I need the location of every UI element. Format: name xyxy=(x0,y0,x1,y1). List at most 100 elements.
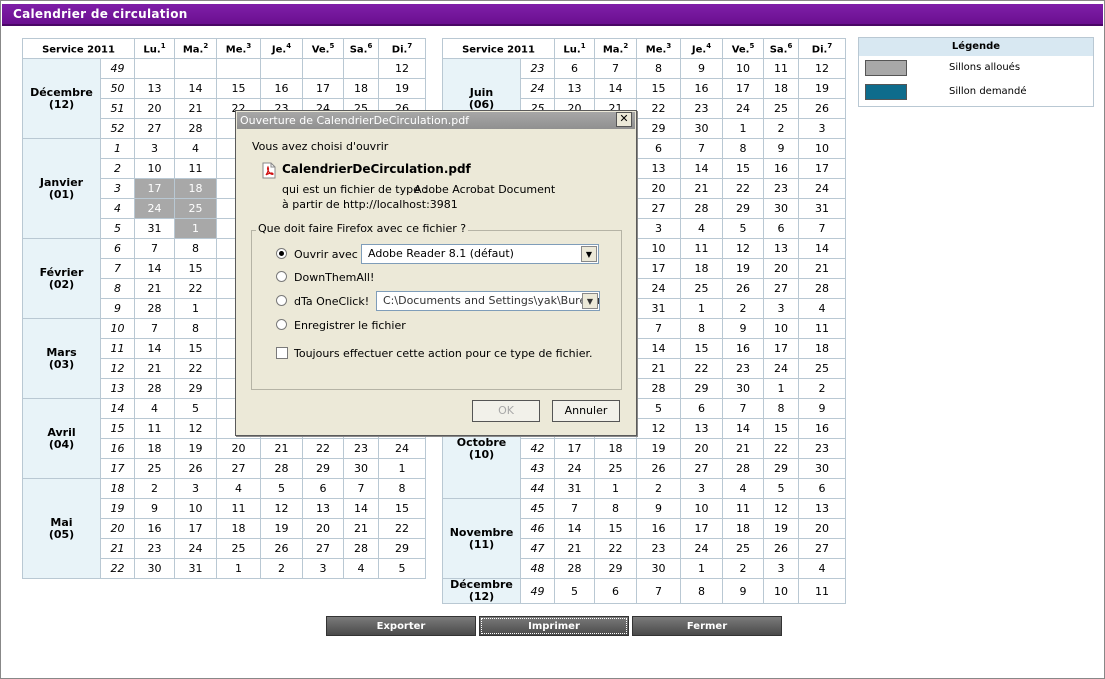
day-cell[interactable]: 10 xyxy=(174,498,218,519)
day-cell[interactable]: 24 xyxy=(134,198,176,219)
day-cell[interactable]: 21 xyxy=(722,438,765,459)
day-cell[interactable]: 11 xyxy=(798,318,846,339)
day-cell[interactable]: 24 xyxy=(174,538,218,559)
dta-oneclick-radio[interactable] xyxy=(276,295,287,306)
day-cell[interactable]: 3 xyxy=(763,298,800,319)
day-cell[interactable]: 16 xyxy=(763,158,800,179)
day-cell[interactable]: 5 xyxy=(763,478,800,499)
day-cell[interactable]: 28 xyxy=(260,458,304,479)
day-cell[interactable]: 20 xyxy=(134,98,176,119)
day-cell[interactable]: 18 xyxy=(174,178,218,199)
day-cell[interactable]: 3 xyxy=(302,558,345,579)
day-cell[interactable]: 18 xyxy=(722,518,765,539)
day-cell[interactable]: 6 xyxy=(680,398,724,419)
ok-button[interactable]: OK xyxy=(472,400,540,422)
print-button[interactable]: Imprimer xyxy=(479,616,629,636)
day-cell[interactable]: 4 xyxy=(343,558,380,579)
day-cell[interactable]: 17 xyxy=(636,258,682,279)
day-cell[interactable]: 11 xyxy=(216,498,262,519)
day-cell[interactable]: 23 xyxy=(722,358,765,379)
day-cell[interactable]: 5 xyxy=(174,398,218,419)
day-cell[interactable]: 29 xyxy=(174,378,218,399)
day-cell[interactable]: 18 xyxy=(680,258,724,279)
day-cell[interactable]: 14 xyxy=(134,338,176,359)
day-cell[interactable]: 22 xyxy=(722,178,765,199)
day-cell[interactable]: 2 xyxy=(260,558,304,579)
day-cell[interactable]: 13 xyxy=(798,498,846,519)
day-cell[interactable]: 14 xyxy=(798,238,846,259)
day-cell[interactable]: 27 xyxy=(680,458,724,479)
day-cell[interactable]: 25 xyxy=(174,198,218,219)
day-cell[interactable]: 3 xyxy=(174,478,218,499)
always-checkbox[interactable] xyxy=(276,347,288,359)
day-cell[interactable]: 6 xyxy=(594,578,638,604)
day-cell[interactable]: 7 xyxy=(134,238,176,259)
day-cell[interactable]: 9 xyxy=(636,498,682,519)
day-cell[interactable]: 25 xyxy=(594,458,638,479)
day-cell[interactable]: 16 xyxy=(134,518,176,539)
day-cell[interactable]: 1 xyxy=(722,118,765,139)
day-cell[interactable]: 19 xyxy=(636,438,682,459)
day-cell[interactable] xyxy=(134,58,176,79)
export-button[interactable]: Exporter xyxy=(326,616,476,636)
day-cell[interactable]: 18 xyxy=(594,438,638,459)
day-cell[interactable]: 22 xyxy=(302,438,345,459)
day-cell[interactable]: 26 xyxy=(260,538,304,559)
day-cell[interactable]: 19 xyxy=(174,438,218,459)
day-cell[interactable]: 19 xyxy=(378,78,426,99)
day-cell[interactable]: 23 xyxy=(636,538,682,559)
day-cell[interactable]: 17 xyxy=(763,338,800,359)
day-cell[interactable]: 1 xyxy=(763,378,800,399)
day-cell[interactable]: 18 xyxy=(134,438,176,459)
day-cell[interactable]: 29 xyxy=(636,118,682,139)
day-cell[interactable]: 7 xyxy=(134,318,176,339)
day-cell[interactable]: 14 xyxy=(594,78,638,99)
day-cell[interactable]: 9 xyxy=(680,58,724,79)
day-cell[interactable]: 23 xyxy=(798,438,846,459)
day-cell[interactable] xyxy=(260,58,304,79)
day-cell[interactable]: 8 xyxy=(636,58,682,79)
day-cell[interactable]: 15 xyxy=(594,518,638,539)
day-cell[interactable]: 22 xyxy=(174,358,218,379)
day-cell[interactable]: 8 xyxy=(680,318,724,339)
day-cell[interactable]: 5 xyxy=(722,218,765,239)
day-cell[interactable]: 15 xyxy=(174,258,218,279)
day-cell[interactable]: 28 xyxy=(722,458,765,479)
day-cell[interactable]: 8 xyxy=(174,318,218,339)
day-cell[interactable]: 21 xyxy=(798,258,846,279)
day-cell[interactable]: 10 xyxy=(763,578,800,604)
day-cell[interactable]: 21 xyxy=(343,518,380,539)
day-cell[interactable]: 6 xyxy=(302,478,345,499)
day-cell[interactable]: 25 xyxy=(763,98,800,119)
day-cell[interactable]: 12 xyxy=(798,58,846,79)
day-cell[interactable]: 10 xyxy=(636,238,682,259)
day-cell[interactable]: 10 xyxy=(680,498,724,519)
day-cell[interactable]: 5 xyxy=(260,478,304,499)
day-cell[interactable]: 12 xyxy=(763,498,800,519)
day-cell[interactable]: 5 xyxy=(378,558,426,579)
day-cell[interactable]: 23 xyxy=(134,538,176,559)
day-cell[interactable]: 29 xyxy=(680,378,724,399)
day-cell[interactable]: 6 xyxy=(798,478,846,499)
day-cell[interactable]: 13 xyxy=(636,158,682,179)
day-cell[interactable]: 13 xyxy=(763,238,800,259)
day-cell[interactable]: 29 xyxy=(722,198,765,219)
day-cell[interactable]: 21 xyxy=(554,538,596,559)
day-cell[interactable]: 9 xyxy=(722,318,765,339)
day-cell[interactable]: 9 xyxy=(722,578,765,604)
day-cell[interactable]: 28 xyxy=(798,278,846,299)
day-cell[interactable]: 7 xyxy=(343,478,380,499)
day-cell[interactable]: 14 xyxy=(134,258,176,279)
day-cell[interactable]: 9 xyxy=(798,398,846,419)
day-cell[interactable]: 27 xyxy=(763,278,800,299)
day-cell[interactable]: 16 xyxy=(636,518,682,539)
day-cell[interactable]: 17 xyxy=(722,78,765,99)
day-cell[interactable]: 28 xyxy=(174,118,218,139)
day-cell[interactable]: 4 xyxy=(680,218,724,239)
open-with-select[interactable]: Adobe Reader 8.1 (défaut) ▼ xyxy=(361,244,599,264)
day-cell[interactable]: 7 xyxy=(680,138,724,159)
day-cell[interactable] xyxy=(174,58,218,79)
day-cell[interactable]: 3 xyxy=(763,558,800,579)
day-cell[interactable]: 8 xyxy=(174,238,218,259)
day-cell[interactable]: 28 xyxy=(134,378,176,399)
